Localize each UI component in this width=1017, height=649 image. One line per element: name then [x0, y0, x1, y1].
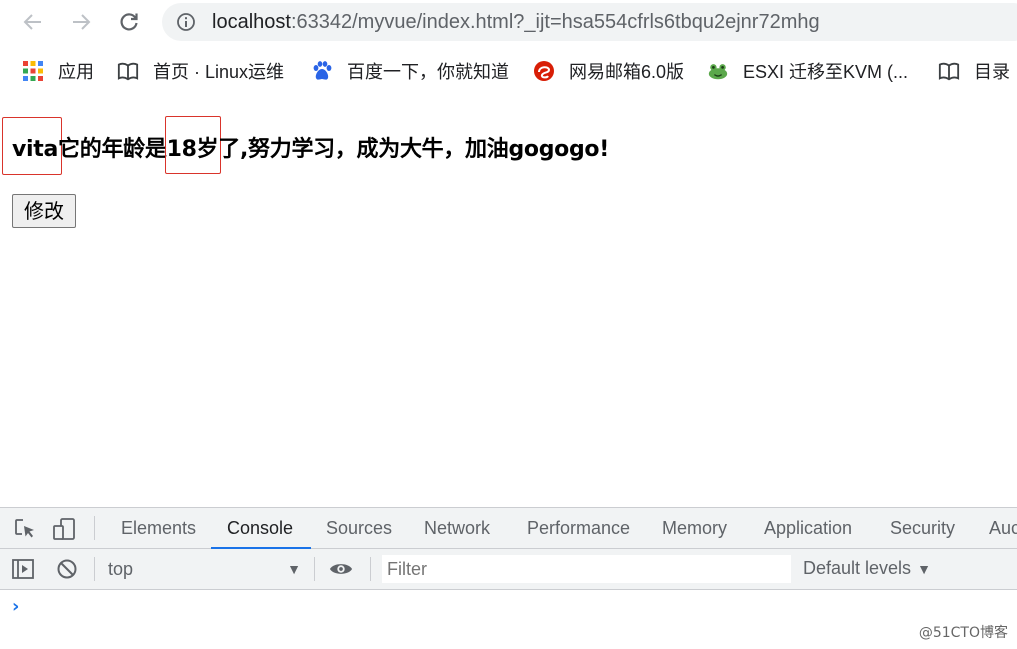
inspect-cursor-icon	[15, 519, 34, 538]
tab-sources[interactable]: Sources	[326, 508, 392, 548]
toolbar-divider	[94, 557, 95, 581]
url-text[interactable]: localhost:63342/myvue/index.html?_ijt=hs…	[212, 11, 820, 34]
bookmark-linux[interactable]: 首页 · Linux运维	[117, 50, 284, 92]
age-unit: 岁	[196, 137, 219, 162]
forward-button[interactable]	[66, 7, 96, 37]
bookmark-label: 应用	[58, 62, 94, 82]
bookmark-baidu[interactable]: 百度一下，你就知道	[311, 50, 509, 92]
toolbar-divider	[370, 557, 371, 581]
tab-performance[interactable]: Performance	[527, 508, 630, 548]
chevron-right-icon: ›	[12, 596, 20, 617]
bookmark-label: 目录	[974, 62, 1010, 82]
context-select[interactable]: top ▼	[107, 557, 307, 581]
bookmark-apps[interactable]: 应用	[22, 50, 94, 92]
bookmark-label: 网易邮箱6.0版	[569, 62, 685, 82]
back-button[interactable]	[18, 7, 48, 37]
bookmark-label: 百度一下，你就知道	[347, 62, 509, 82]
clear-block-icon	[57, 559, 77, 579]
inspect-element-button[interactable]	[13, 517, 37, 541]
tab-network[interactable]: Network	[424, 508, 490, 548]
bookmark-label: 首页 · Linux运维	[153, 62, 285, 82]
watermark: @51CTO博客	[918, 625, 1008, 641]
devtools-tabbar: Elements Console Sources Network Perform…	[0, 508, 1017, 549]
tab-console[interactable]: Console	[210, 508, 312, 549]
sidebar-play-icon	[12, 559, 34, 579]
heading-text-age-prefix: 它的年龄是	[58, 137, 167, 162]
tab-application[interactable]: Application	[764, 508, 852, 548]
heading-text-suffix: 了,努力学习，成为大牛，加油gogogo!	[218, 137, 609, 162]
bookmark-netease-mail[interactable]: 网易邮箱6.0版	[533, 50, 684, 92]
age-number: 18	[166, 137, 197, 162]
toggle-sidebar-button[interactable]	[11, 557, 35, 581]
name-value: vita	[12, 137, 59, 162]
clear-console-button[interactable]	[55, 557, 79, 581]
bookmark-label: ESXI 迁移至KVM (...	[743, 62, 909, 82]
tab-audits[interactable]: Auc	[989, 508, 1017, 548]
arrow-left-icon	[23, 14, 41, 30]
eye-icon	[329, 564, 353, 574]
page-heading: vita它的年龄是18岁了,努力学习，成为大牛，加油gogogo!	[12, 131, 609, 163]
dropdown-arrow-icon: ▼	[287, 561, 301, 577]
toolbar-divider	[314, 557, 315, 581]
baidu-paw-icon	[311, 60, 333, 82]
browser-toolbar: localhost:63342/myvue/index.html?_ijt=hs…	[0, 0, 1017, 46]
arrow-right-icon	[73, 14, 91, 30]
age-value: 18岁	[167, 137, 219, 162]
bookmarks-bar: 应用 首页 · Linux运维 百度一下，你就知道 网易邮箱6.0版 ESXI …	[0, 50, 1017, 92]
book-icon	[938, 60, 960, 82]
url-path: :63342/myvue/index.html?_ijt=hsa554cfrls…	[290, 11, 820, 33]
log-levels-dropdown[interactable]: Default levels ▼	[803, 558, 931, 579]
reload-icon	[120, 13, 138, 31]
info-icon[interactable]	[176, 12, 196, 32]
console-prompt[interactable]: ›	[12, 596, 19, 617]
url-host: localhost	[212, 11, 291, 33]
filter-placeholder: Filter	[387, 559, 427, 579]
live-expression-button[interactable]	[329, 557, 353, 581]
filter-input[interactable]: Filter	[382, 555, 791, 583]
tabbar-divider	[94, 516, 95, 540]
book-icon	[117, 60, 139, 82]
reload-button[interactable]	[114, 7, 144, 37]
tab-security[interactable]: Security	[890, 508, 955, 548]
bookmark-catalog[interactable]: 目录	[938, 50, 1010, 92]
modify-button[interactable]: 修改	[12, 194, 76, 228]
apps-grid-icon	[22, 60, 44, 82]
dropdown-arrow-icon: ▼	[917, 561, 931, 577]
frog-icon	[707, 60, 729, 82]
tab-memory[interactable]: Memory	[662, 508, 727, 548]
address-bar[interactable]: localhost:63342/myvue/index.html?_ijt=hs…	[162, 3, 1017, 41]
bookmark-esxi[interactable]: ESXI 迁移至KVM (...	[707, 50, 908, 92]
context-value: top	[108, 559, 134, 579]
device-toolbar-button[interactable]	[52, 517, 76, 541]
tab-elements[interactable]: Elements	[121, 508, 196, 548]
netease-mail-icon	[533, 60, 555, 82]
log-levels-label: Default levels	[803, 558, 912, 578]
device-mobile-icon	[53, 518, 75, 540]
devtools-panel: Elements Console Sources Network Perform…	[0, 507, 1017, 649]
console-toolbar: top ▼ Filter Default levels ▼	[0, 549, 1017, 590]
